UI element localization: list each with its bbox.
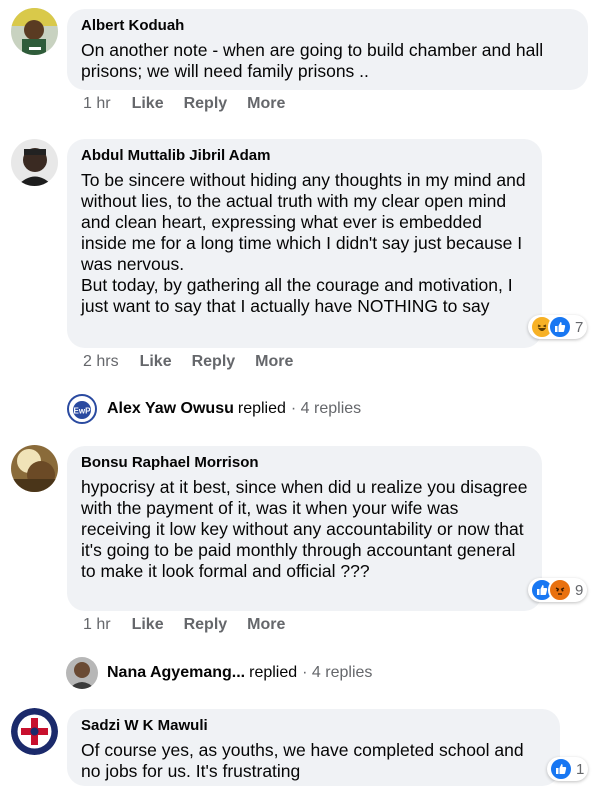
avatar-sadzi-mawuli[interactable] xyxy=(11,708,58,755)
reply-thread-link[interactable]: Nana Agyemang... replied · 4 replies xyxy=(97,664,372,682)
comment-text: To be sincere without hiding any thought… xyxy=(81,170,526,316)
reactions-summary[interactable]: 7 xyxy=(528,315,588,339)
more-button[interactable]: More xyxy=(247,95,285,113)
comment-timestamp[interactable]: 2 hrs xyxy=(83,353,119,371)
reply-button[interactable]: Reply xyxy=(192,353,236,371)
comment-text: On another note - when are going to buil… xyxy=(81,40,544,81)
comment-author[interactable]: Sadzi W K Mawuli xyxy=(81,717,546,735)
reply-count[interactable]: · 4 replies xyxy=(291,400,361,418)
comment-author[interactable]: Abdul Muttalib Jibril Adam xyxy=(81,147,528,165)
angry-icon xyxy=(548,578,572,602)
reply-count[interactable]: · 4 replies xyxy=(302,664,372,682)
like-button[interactable]: Like xyxy=(132,95,164,113)
reply-button[interactable]: Reply xyxy=(184,616,228,634)
avatar-abdul-muttalib[interactable] xyxy=(11,139,58,186)
reply-button[interactable]: Reply xyxy=(184,95,228,113)
like-button[interactable]: Like xyxy=(140,353,172,371)
comment-bubble: Albert Koduah On another note - when are… xyxy=(67,9,588,90)
like-icon xyxy=(549,757,573,781)
avatar-alex-yaw-owusu[interactable]: EwP xyxy=(66,393,98,425)
like-icon xyxy=(548,315,572,339)
comment-bubble: Sadzi W K Mawuli Of course yes, as youth… xyxy=(67,709,560,786)
comment-timestamp[interactable]: 1 hr xyxy=(83,616,111,634)
comment-bubble: Abdul Muttalib Jibril Adam To be sincere… xyxy=(67,139,542,348)
more-button[interactable]: More xyxy=(247,616,285,634)
reactions-summary[interactable]: 1 xyxy=(547,757,589,781)
reply-thread-link[interactable]: Alex Yaw Owusu replied · 4 replies xyxy=(97,400,361,418)
like-button[interactable]: Like xyxy=(132,616,164,634)
comment-bubble: Bonsu Raphael Morrison hypocrisy at it b… xyxy=(67,446,542,611)
more-button[interactable]: More xyxy=(255,353,293,371)
reactions-summary[interactable]: 9 xyxy=(528,578,588,602)
comment-actions: 1 hr Like Reply More xyxy=(83,95,285,113)
comment-author[interactable]: Bonsu Raphael Morrison xyxy=(81,454,528,472)
reaction-count: 1 xyxy=(576,760,585,778)
reply-verb: replied xyxy=(237,400,286,417)
comment-actions: 2 hrs Like Reply More xyxy=(83,353,293,371)
comment-actions: 1 hr Like Reply More xyxy=(83,616,285,634)
reaction-count: 7 xyxy=(575,318,584,336)
avatar-nana-agyemang[interactable] xyxy=(66,657,98,689)
comment-text: hypocrisy at it best, since when did u r… xyxy=(81,477,528,581)
reply-verb: replied xyxy=(249,664,298,681)
comment-timestamp[interactable]: 1 hr xyxy=(83,95,111,113)
reply-author[interactable]: Nana Agyemang... xyxy=(107,664,245,682)
comment-author[interactable]: Albert Koduah xyxy=(81,17,574,35)
avatar-bonsu-raphael[interactable] xyxy=(11,445,58,492)
reaction-count: 9 xyxy=(575,581,584,599)
svg-text:EwP: EwP xyxy=(74,407,92,416)
comment-text: Of course yes, as youths, we have comple… xyxy=(81,740,524,781)
avatar-albert-koduah[interactable] xyxy=(11,8,58,55)
reply-author[interactable]: Alex Yaw Owusu xyxy=(107,400,234,418)
